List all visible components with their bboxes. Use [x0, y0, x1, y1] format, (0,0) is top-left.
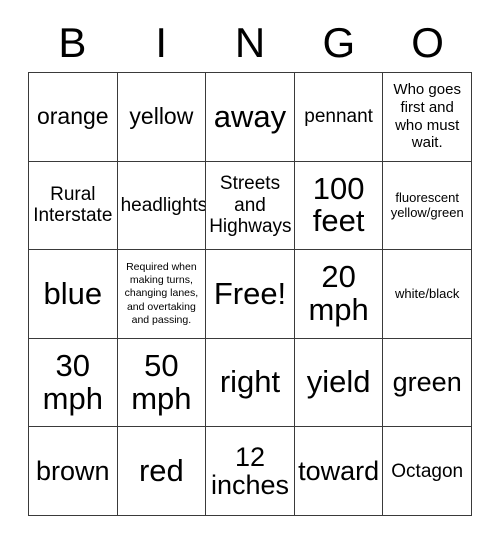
bingo-cell-r1c3[interactable]: away [206, 73, 295, 162]
bingo-header-row: B I N G O [28, 0, 472, 72]
bingo-cell-r4c4[interactable]: yield [294, 338, 384, 428]
bingo-cell-r2c3[interactable]: Streets and Highways [206, 161, 295, 251]
bingo-header-letter-g: G [322, 19, 356, 66]
bingo-cell-r2c5[interactable]: fluorescent yellow/green [383, 161, 472, 251]
bingo-cell-text: orange [36, 103, 109, 130]
bingo-cell-r3c5[interactable]: white/black [383, 250, 472, 339]
bingo-cell-text: away [213, 98, 287, 134]
bingo-cell-r3c1[interactable]: blue [29, 250, 118, 339]
bingo-cell-r5c5[interactable]: Octagon [383, 427, 472, 516]
bingo-cell-text: brown [36, 455, 110, 486]
bingo-cell-text: yield [306, 364, 371, 400]
bingo-cell-r1c5[interactable]: Who goes first and who must wait. [383, 73, 472, 162]
bingo-cell-r2c4[interactable]: 100 feet [294, 161, 384, 251]
bingo-cell-r4c5[interactable]: green [383, 338, 472, 428]
bingo-cell-r1c1[interactable]: orange [29, 73, 118, 162]
bingo-cell-text: yellow [129, 103, 194, 130]
bingo-cell-text: fluorescent yellow/green [390, 189, 464, 221]
bingo-cell-free-space[interactable]: Free! [206, 250, 295, 339]
bingo-cell-text: blue [43, 275, 103, 311]
bingo-cell-r4c1[interactable]: 30 mph [29, 338, 118, 428]
bingo-cell-r2c1[interactable]: Rural Interstate [29, 161, 118, 251]
bingo-cell-text: 50 mph [131, 348, 192, 416]
bingo-cell-text: 30 mph [42, 348, 103, 416]
bingo-cell-r5c1[interactable]: brown [29, 427, 118, 516]
bingo-cell-r2c2[interactable]: headlights [117, 161, 207, 251]
bingo-cell-text: Required when making turns, changing lan… [124, 261, 199, 326]
bingo-header-letter-i: I [155, 19, 168, 66]
bingo-cell-text: Free! [213, 275, 287, 311]
bingo-cell-text: toward [298, 455, 380, 486]
bingo-cell-r5c2[interactable]: red [117, 427, 207, 516]
bingo-cell-r4c2[interactable]: 50 mph [117, 338, 207, 428]
bingo-card: B I N G O orange yellow away pennant Who… [28, 0, 472, 516]
bingo-cell-text: green [392, 367, 462, 398]
bingo-cell-text: right [219, 364, 281, 400]
bingo-cell-text: white/black [395, 286, 460, 302]
bingo-cell-text: 20 mph [308, 259, 369, 327]
bingo-cell-r3c2[interactable]: Required when making turns, changing lan… [117, 250, 207, 339]
bingo-cell-text: 12 inches [210, 441, 290, 501]
bingo-cell-text: Octagon [391, 460, 464, 482]
bingo-cell-r5c3[interactable]: 12 inches [206, 427, 295, 516]
bingo-cell-text: Rural Interstate [33, 184, 113, 227]
bingo-cell-text: Who goes first and who must wait. [393, 81, 461, 152]
bingo-cell-r1c2[interactable]: yellow [117, 73, 207, 162]
bingo-header-letter-o: O [411, 19, 444, 66]
bingo-cell-r5c4[interactable]: toward [294, 427, 384, 516]
bingo-grid: orange yellow away pennant Who goes firs… [28, 72, 472, 516]
bingo-cell-r4c3[interactable]: right [206, 338, 295, 428]
bingo-header-letter-b: B [58, 19, 87, 66]
bingo-cell-text: 100 feet [312, 170, 365, 239]
bingo-cell-text: red [138, 452, 184, 488]
bingo-cell-text: headlights [120, 194, 207, 216]
bingo-cell-r1c4[interactable]: pennant [294, 73, 384, 162]
bingo-header-letter-n: N [234, 19, 266, 66]
bingo-cell-text: Streets and Highways [209, 173, 292, 238]
bingo-cell-r3c4[interactable]: 20 mph [294, 250, 384, 339]
bingo-cell-text: pennant [304, 106, 373, 128]
